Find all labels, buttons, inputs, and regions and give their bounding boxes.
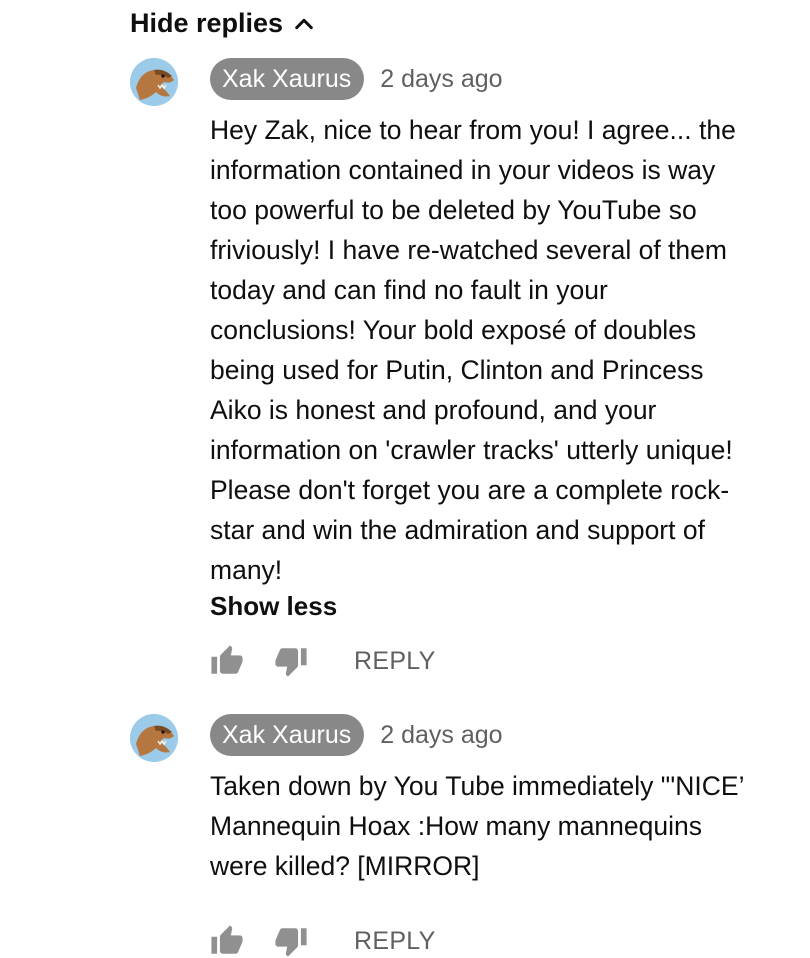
comment-text: Taken down by You Tube immediately "'NIC… — [210, 771, 745, 881]
thumbs-up-icon[interactable] — [210, 644, 244, 678]
thumbs-down-icon[interactable] — [274, 644, 308, 678]
avatar[interactable] — [130, 58, 178, 106]
author-name[interactable]: Xak Xaurus — [210, 714, 365, 756]
thumbs-up-icon[interactable] — [210, 924, 244, 958]
reply-button[interactable]: REPLY — [354, 927, 436, 956]
reply-comment: Xak Xaurus 2 days ago Hey Zak, nice to h… — [130, 58, 800, 698]
comment-text: Hey Zak, nice to hear from you! I agree.… — [210, 115, 736, 585]
chevron-up-icon — [295, 18, 313, 29]
comment-timestamp[interactable]: 2 days ago — [380, 65, 502, 94]
hide-replies-label: Hide replies — [130, 8, 284, 38]
comment-body: Xak Xaurus 2 days ago Taken down by You … — [210, 714, 800, 958]
show-less-button[interactable]: Show less — [210, 588, 800, 624]
reply-comment: Xak Xaurus 2 days ago Taken down by You … — [130, 714, 800, 957]
comment-actions: REPLY — [210, 644, 800, 678]
author-name[interactable]: Xak Xaurus — [210, 58, 365, 100]
hide-replies-button[interactable]: Hide replies — [130, 8, 315, 39]
comment-header: Xak Xaurus 2 days ago — [210, 714, 800, 756]
thumbs-down-icon[interactable] — [274, 924, 308, 958]
comment-header: Xak Xaurus 2 days ago — [210, 58, 800, 100]
comment-body: Xak Xaurus 2 days ago Hey Zak, nice to h… — [210, 58, 800, 678]
avatar[interactable] — [130, 714, 178, 762]
comment-actions: REPLY — [210, 924, 800, 958]
reply-button[interactable]: REPLY — [354, 647, 436, 676]
dinosaur-avatar-icon — [130, 714, 178, 762]
dinosaur-avatar-icon — [130, 58, 178, 106]
comment-timestamp[interactable]: 2 days ago — [380, 721, 502, 750]
